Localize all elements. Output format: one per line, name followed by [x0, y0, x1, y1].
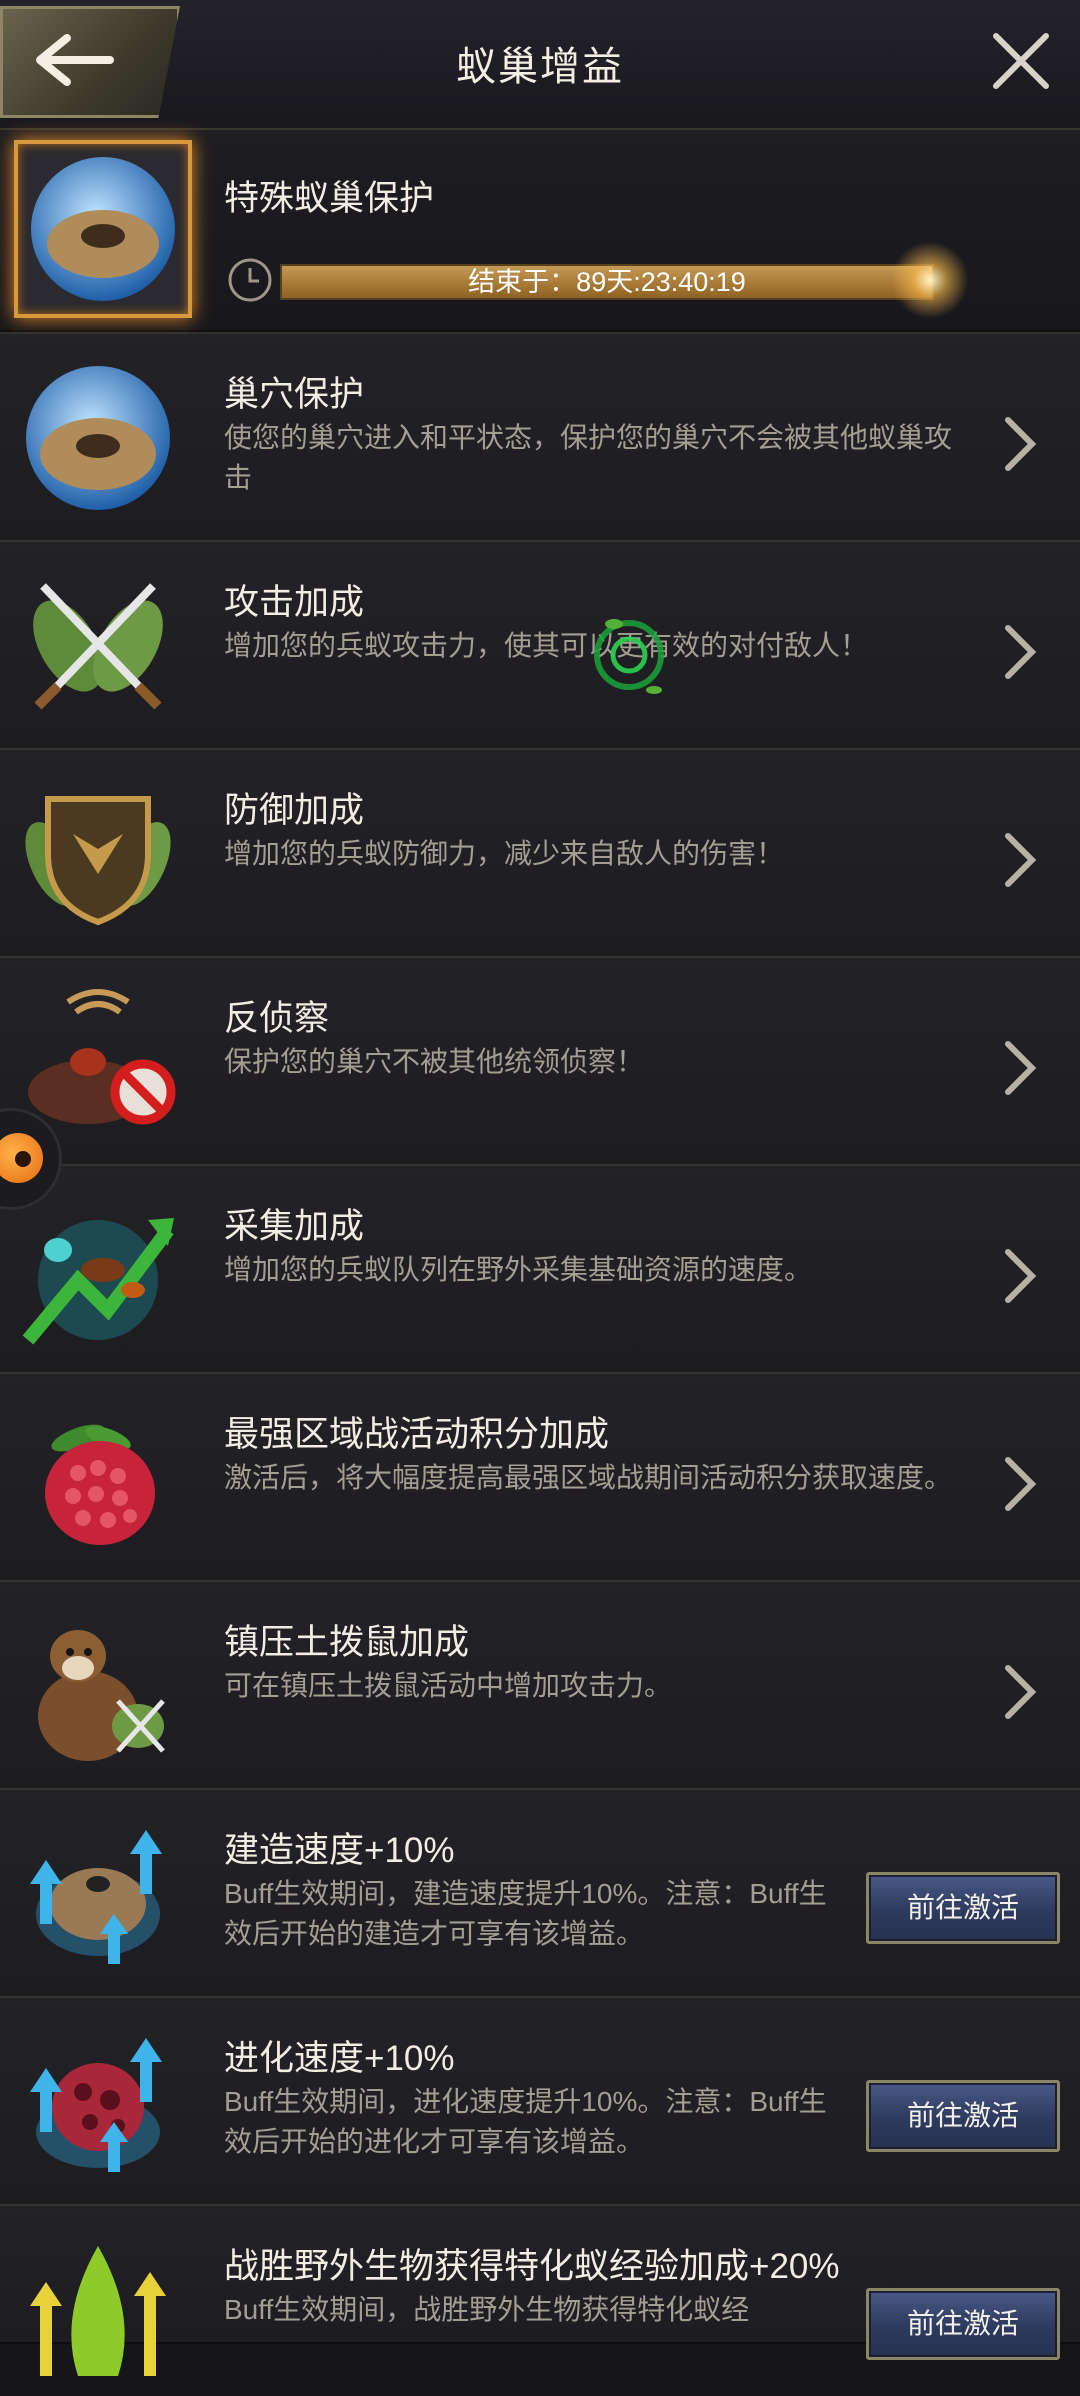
list-item[interactable]: 最强区域战活动积分加成 激活后，将大幅度提高最强区域战期间活动积分获取速度。: [0, 1372, 1080, 1582]
item-title: 建造速度+10%: [224, 1831, 455, 1870]
list-item[interactable]: 攻击加成 增加您的兵蚁攻击力，使其可以更有效的对付敌人！: [0, 540, 1080, 750]
raspberry-icon: [45, 1424, 155, 1545]
helper-eye: [15, 1151, 31, 1167]
chevron-right-icon[interactable]: [1000, 1038, 1040, 1098]
item-desc: 增加您的兵蚁防御力，减少来自敌人的伤害！: [224, 838, 785, 869]
chevron-right-icon[interactable]: [1000, 1454, 1040, 1514]
top-bar: 蚁巢增益: [0, 0, 1080, 130]
item-desc: 使您的巢穴进入和平状态，保护您的巢穴不会被其他蚁巢攻击: [224, 422, 953, 493]
groundhog-icon: [38, 1630, 165, 1761]
nest-shield-active-icon: [14, 140, 192, 318]
item-desc: 可在镇压土拨鼠活动中增加攻击力。: [224, 1670, 673, 1701]
timer-text: 结束于：89天:23:40:19: [468, 267, 746, 297]
page-title: 蚁巢增益: [456, 45, 624, 89]
shield-emblem-icon: [25, 796, 171, 926]
item-title: 进化速度+10%: [224, 2039, 455, 2078]
nest-shield-icon: [26, 366, 170, 510]
go-activate-button[interactable]: 前往激活: [866, 1872, 1060, 1944]
go-activate-button[interactable]: 前往激活: [866, 2288, 1060, 2360]
item-desc: 激活后，将大幅度提高最强区域战期间活动积分获取速度。: [224, 1462, 953, 1493]
chevron-right-icon[interactable]: [1000, 1246, 1040, 1306]
list-item[interactable]: 防御加成 增加您的兵蚁防御力，减少来自敌人的伤害！: [0, 748, 1080, 958]
item-desc: 保护您的巢穴不被其他统领侦察！: [224, 1046, 645, 1077]
item-title: 最强区域战活动积分加成: [224, 1415, 610, 1454]
timer-glow: [890, 242, 970, 318]
build-speed-icon: [30, 1830, 162, 1964]
list-item[interactable]: 镇压土拨鼠加成 可在镇压土拨鼠活动中增加攻击力。: [0, 1580, 1080, 1790]
target-icon: [594, 619, 664, 694]
item-title: 巢穴保护: [224, 375, 365, 414]
active-buff-name: 特殊蚁巢保护: [224, 179, 435, 218]
list-item[interactable]: 进化速度+10% Buff生效期间，进化速度提升10%。注意：Buff生效后开始…: [0, 1996, 1080, 2206]
list-item[interactable]: 建造速度+10% Buff生效期间，建造速度提升10%。注意：Buff生效后开始…: [0, 1788, 1080, 1998]
chevron-right-icon[interactable]: [1000, 1662, 1040, 1722]
item-title: 采集加成: [224, 1207, 365, 1246]
chevron-right-icon[interactable]: [1000, 622, 1040, 682]
chevron-right-icon[interactable]: [1000, 830, 1040, 890]
item-desc: Buff生效期间，建造速度提升10%。注意：Buff生效后开始的建造才可享有该增…: [224, 1878, 827, 1949]
list-item[interactable]: 战胜野外生物获得特化蚁经验加成+20% Buff生效期间，战胜野外生物获得特化蚁…: [0, 2204, 1080, 2376]
exp-boost-icon: [30, 2246, 166, 2376]
item-title: 战胜野外生物获得特化蚁经验加成+20%: [224, 2247, 840, 2286]
list-item[interactable]: 巢穴保护 使您的巢穴进入和平状态，保护您的巢穴不会被其他蚁巢攻击: [0, 332, 1080, 542]
active-buff-row: 特殊蚁巢保护 结束于：89天:23:40:19: [0, 130, 1080, 332]
clock-icon: [228, 258, 272, 302]
chevron-right-icon[interactable]: [1000, 414, 1040, 474]
list-item[interactable]: 采集加成 增加您的兵蚁队列在野外采集基础资源的速度。: [0, 1164, 1080, 1374]
item-desc: 增加您的兵蚁队列在野外采集基础资源的速度。: [224, 1254, 813, 1285]
close-icon[interactable]: [990, 30, 1052, 92]
evolution-speed-icon: [30, 2038, 162, 2172]
item-title: 镇压土拨鼠加成: [224, 1623, 470, 1662]
item-desc: Buff生效期间，进化速度提升10%。注意：Buff生效后开始的进化才可享有该增…: [224, 2086, 827, 2157]
crossed-swords-icon: [33, 583, 163, 710]
item-desc: Buff生效期间，战胜野外生物获得特化蚁经: [224, 2294, 750, 2325]
gather-ant-icon: [22, 1218, 174, 1345]
item-title: 防御加成: [224, 791, 365, 830]
list-item[interactable]: 反侦察 保护您的巢穴不被其他统领侦察！: [0, 956, 1080, 1166]
timer-bar: 结束于：89天:23:40:19: [280, 264, 934, 300]
go-activate-button[interactable]: 前往激活: [866, 2080, 1060, 2152]
item-title: 反侦察: [224, 999, 330, 1038]
item-title: 攻击加成: [224, 583, 365, 622]
